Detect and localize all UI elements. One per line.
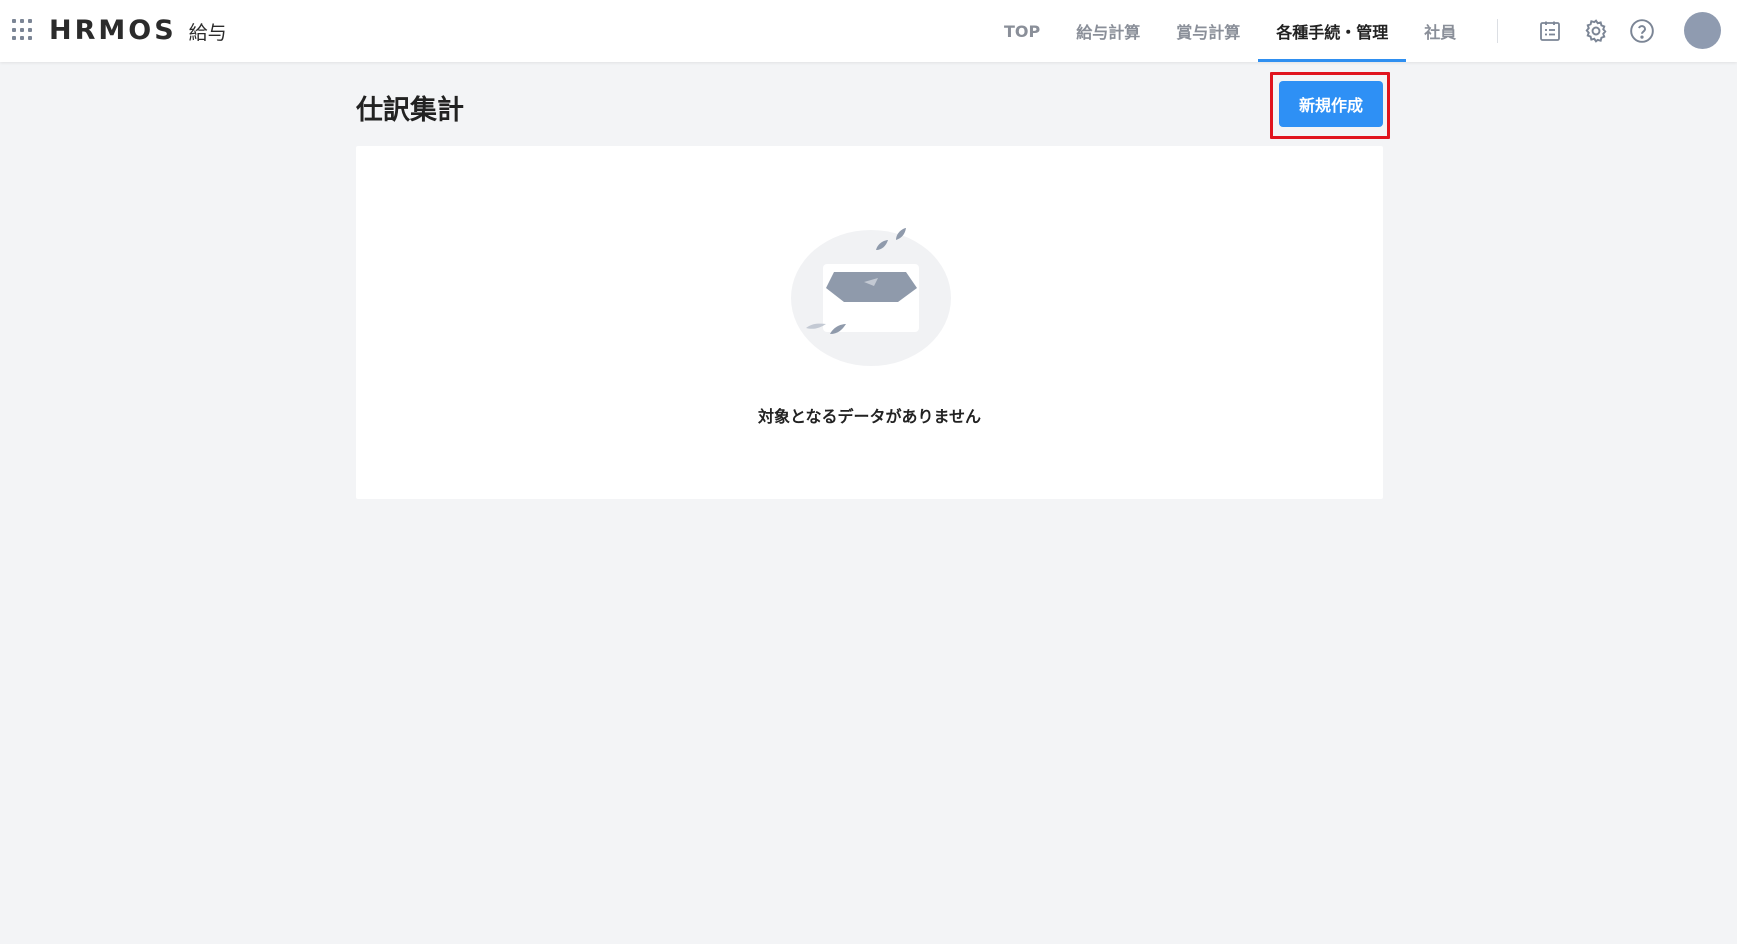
- nav-divider: [1497, 19, 1498, 43]
- nav-item-top[interactable]: TOP: [986, 0, 1058, 62]
- create-new-button[interactable]: 新規作成: [1279, 81, 1383, 127]
- nav-item-payroll[interactable]: 給与計算: [1058, 0, 1158, 62]
- top-navigation-bar: HRMOS 給与 TOP 給与計算 賞与計算 各種手続・管理 社員: [0, 0, 1737, 62]
- logo-product-name: 給与: [188, 22, 227, 44]
- app-grid-icon[interactable]: [12, 19, 34, 41]
- nav-item-employees[interactable]: 社員: [1406, 0, 1474, 62]
- main-nav: TOP 給与計算 賞与計算 各種手続・管理 社員: [986, 0, 1474, 62]
- calendar-list-icon[interactable]: [1535, 16, 1565, 46]
- nav-item-procedures[interactable]: 各種手続・管理: [1258, 0, 1407, 62]
- logo[interactable]: HRMOS 給与: [49, 12, 227, 48]
- gear-icon[interactable]: [1581, 16, 1611, 46]
- empty-state-message: 対象となるデータがありません: [757, 407, 982, 426]
- avatar[interactable]: [1684, 12, 1721, 49]
- help-icon[interactable]: [1627, 16, 1657, 46]
- nav-item-bonus[interactable]: 賞与計算: [1158, 0, 1258, 62]
- logo-mark: HRMOS: [49, 14, 177, 46]
- page-title: 仕訳集計: [356, 95, 464, 126]
- empty-box-illustration: [791, 228, 951, 366]
- results-card: 対象となるデータがありません: [356, 146, 1383, 499]
